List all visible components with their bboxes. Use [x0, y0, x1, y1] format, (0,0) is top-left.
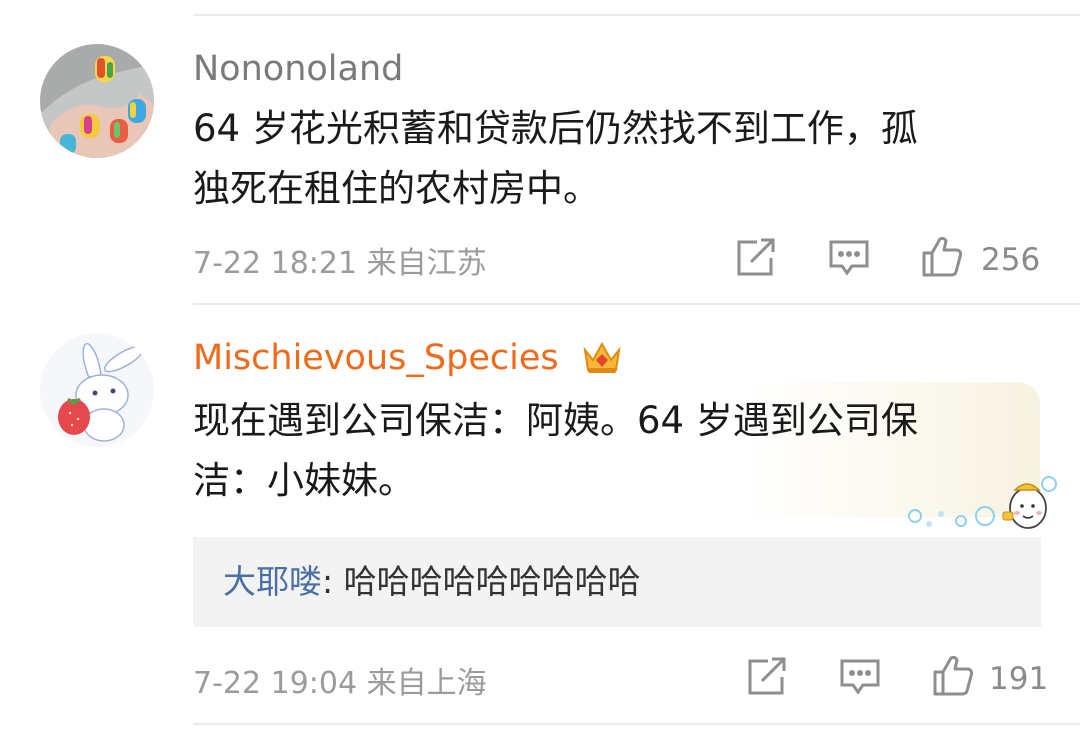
comment-button[interactable] [826, 236, 872, 280]
location: 来自上海 [366, 666, 487, 701]
comment-text: 现在遇到公司保洁：阿姨。64 岁遇到公司保 洁：小妹妹。 [193, 391, 1023, 511]
comment-text: 64 岁花光积蓄和贷款后仍然找不到工作，孤 独死在租住的农村房中。 [193, 99, 1023, 219]
reply-username[interactable]: 大耶喽 [223, 562, 322, 601]
avatar[interactable] [40, 44, 154, 158]
reply-line: 大耶喽: 哈哈哈哈哈哈哈哈哈 [223, 559, 641, 605]
reply-preview[interactable]: 大耶喽: 哈哈哈哈哈哈哈哈哈 [193, 537, 1041, 627]
member-badge [580, 337, 624, 377]
bottom-divider [193, 723, 1080, 725]
username[interactable]: Mischievous_Species [193, 336, 559, 380]
comment-meta: 7-22 19:04 来自上海 [193, 658, 487, 702]
share-icon [748, 657, 786, 695]
timestamp: 7-22 19:04 [193, 666, 358, 701]
avatar[interactable] [40, 333, 154, 447]
comment-text-line: 洁：小妹妹。 [193, 459, 415, 502]
timestamp: 7-22 18:21 [193, 246, 358, 281]
location: 来自江苏 [366, 246, 487, 281]
like-count: 256 [981, 242, 1041, 278]
share-button[interactable] [733, 236, 779, 280]
reply-text: 哈哈哈哈哈哈哈哈哈 [343, 562, 641, 601]
comment-button[interactable] [837, 655, 883, 699]
share-button[interactable] [744, 655, 790, 699]
comment-text-line: 现在遇到公司保洁：阿姨。64 岁遇到公司保 [193, 399, 918, 442]
comment-meta: 7-22 18:21 来自江苏 [193, 238, 487, 282]
sticker-decoration [905, 472, 1065, 534]
reply-separator: : [322, 562, 344, 601]
username[interactable]: Nononoland [193, 47, 403, 91]
crown-icon [583, 341, 621, 373]
share-icon [737, 238, 775, 276]
comment-icon [829, 240, 869, 276]
comment-text-line: 64 岁花光积蓄和贷款后仍然找不到工作，孤 [193, 107, 918, 150]
like-icon [933, 655, 974, 696]
like-count: 191 [989, 661, 1049, 697]
comment-divider [193, 303, 1080, 305]
like-button[interactable] [918, 232, 966, 280]
like-button[interactable] [929, 651, 977, 699]
comment-text-line: 独死在租住的农村房中。 [193, 167, 600, 210]
like-icon [922, 236, 963, 277]
top-divider [193, 14, 1080, 16]
bubble-sticker-icon [908, 476, 1057, 529]
comment-icon [840, 659, 880, 695]
